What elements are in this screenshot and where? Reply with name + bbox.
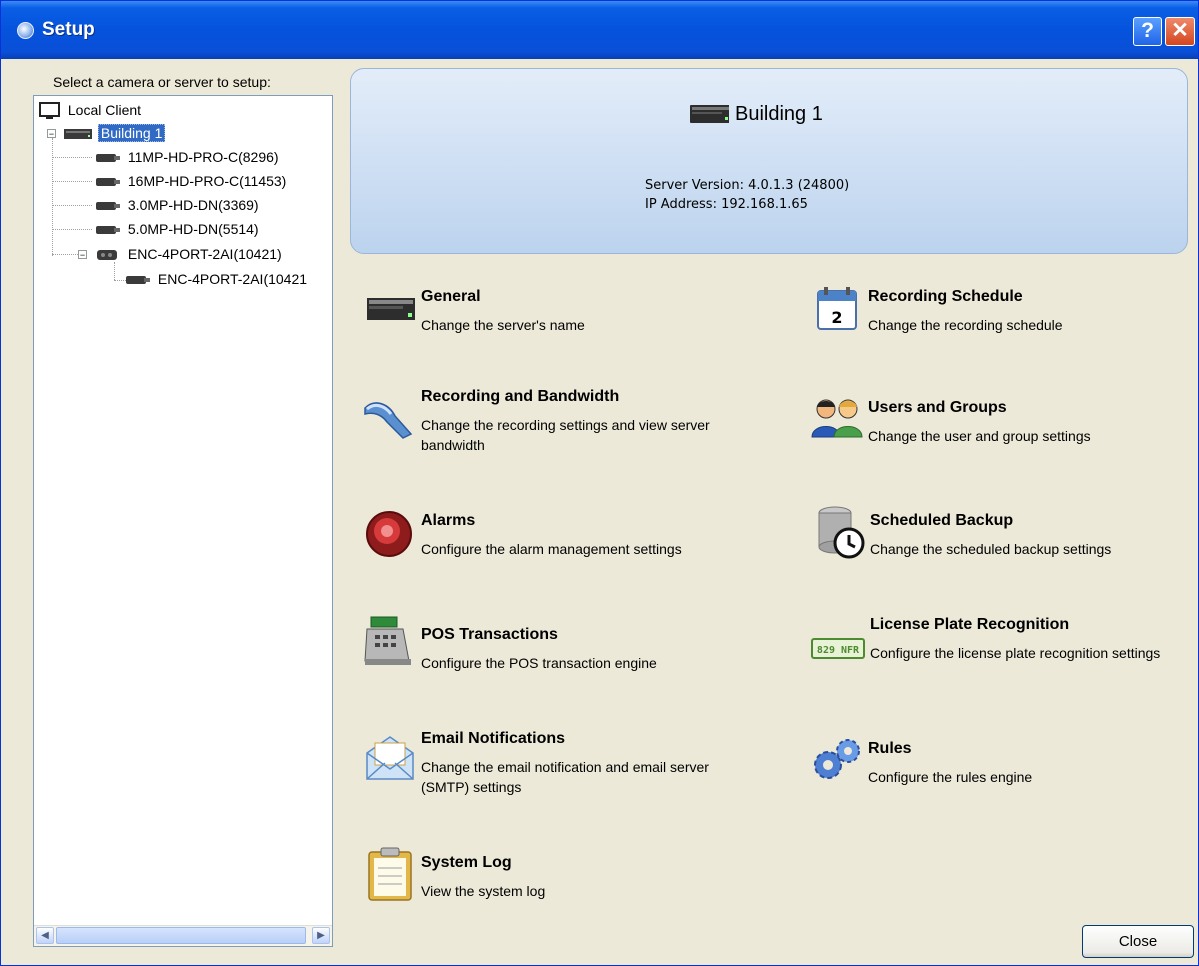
plate-text: 829 NFR [817,645,860,656]
scroll-thumb[interactable] [56,927,306,944]
app-icon [17,22,34,39]
option-title: General [421,288,481,305]
tree-line [52,229,92,230]
collapse-toggle[interactable]: − [78,250,87,260]
camera-icon [96,154,120,163]
tree-node-building-1[interactable]: Building 1 [62,124,166,142]
help-button[interactable]: ? [1133,17,1162,46]
option-description: Change the recording settings and view s… [421,417,710,453]
option-title: Scheduled Backup [870,512,1014,529]
bandwidth-icon [364,402,413,439]
option-title: License Plate Recognition [870,616,1070,633]
option-description: Change the user and group settings [868,428,1091,444]
camera-icon [96,178,120,187]
server-ip: IP Address: 192.168.1.65 [645,197,808,212]
option-description: Configure the license plate recognition … [870,645,1161,661]
backup-icon [818,506,865,559]
server-version: Server Version: 4.0.1.3 (24800) [645,178,850,193]
tree-node-label: 16MP-HD-PRO-C(11453) [127,173,287,189]
option-description: Configure the alarm management settings [421,541,682,557]
alarm-icon [366,511,412,557]
option-description: View the system log [421,883,546,899]
tree-line [52,181,92,182]
option-description: Change the email notification and email … [421,759,709,795]
gears-icon [814,739,860,779]
horizontal-scrollbar[interactable]: ◀ ▶ [34,925,332,946]
window-title: Setup [42,19,95,40]
tree-node-local-client[interactable]: Local Client [38,102,143,120]
close-window-button[interactable]: ✕ [1165,17,1195,46]
option-title: Email Notifications [421,730,566,747]
option-title: System Log [421,854,512,871]
tree-line [52,205,92,206]
users-icon [811,399,863,438]
tree-node-camera[interactable]: 11MP-HD-PRO-C(8296) [94,149,281,166]
scroll-right-button[interactable]: ▶ [312,927,330,944]
tree-line [52,254,80,255]
email-icon [366,736,414,780]
server-icon [367,298,415,320]
tree-line [52,138,53,256]
tree-line [114,262,115,280]
tree-node-camera[interactable]: 16MP-HD-PRO-C(11453) [94,173,288,190]
camera-icon [96,226,120,235]
cash-register-icon [364,616,411,665]
license-plate-icon: 829 NFR [811,638,865,659]
camera-server-tree[interactable]: Local Client − Building 1 11MP-HD-PRO-C(… [33,95,333,947]
option-title: Rules [868,740,912,757]
tree-node-camera[interactable]: ENC-4PORT-2AI(10421 [124,271,309,288]
encoder-icon [97,250,117,261]
title-bar[interactable]: Setup ? ✕ [1,1,1198,59]
tree-node-camera[interactable]: 5.0MP-HD-DN(5514) [94,221,261,238]
tree-node-camera[interactable]: 3.0MP-HD-DN(3369) [94,197,261,214]
close-button[interactable]: Close [1082,925,1194,958]
camera-icon [126,276,150,285]
tree-node-label: 5.0MP-HD-DN(5514) [127,221,259,237]
tree-node-label: ENC-4PORT-2AI(10421) [127,246,282,262]
calendar-icon: 2 [817,287,857,330]
tree-line [52,157,92,158]
option-title: Alarms [421,512,476,529]
option-title: POS Transactions [421,626,558,643]
server-name: Building 1 [735,103,823,125]
scroll-left-button[interactable]: ◀ [36,927,54,944]
calendar-day: 2 [831,308,842,327]
server-icon [64,129,92,140]
option-title: Recording Schedule [868,288,1023,305]
option-description: Change the recording schedule [868,317,1063,333]
option-description: Change the scheduled backup settings [870,541,1112,557]
tree-node-label: 3.0MP-HD-DN(3369) [127,197,259,213]
tree-label: Select a camera or server to setup: [53,74,271,90]
tree-node-encoder[interactable]: ENC-4PORT-2AI(10421) [94,246,284,263]
tree-node-label: 11MP-HD-PRO-C(8296) [127,149,279,165]
collapse-toggle[interactable]: − [47,129,56,139]
setup-window: Setup ? ✕ Select a camera or server to s… [0,0,1199,966]
server-info-panel [350,68,1188,254]
tree-node-label: Local Client [67,102,142,118]
monitor-icon [39,102,60,120]
option-title: Users and Groups [868,399,1007,416]
option-description: Configure the POS transaction engine [421,655,657,671]
camera-icon [96,202,120,211]
tree-node-label: Building 1 [97,124,166,142]
clipboard-icon [368,847,412,901]
option-description: Configure the rules engine [868,769,1033,785]
tree-node-label: ENC-4PORT-2AI(10421 [157,271,308,287]
option-title: Recording and Bandwidth [421,388,620,405]
server-icon [690,105,729,123]
option-description: Change the server's name [421,317,585,333]
